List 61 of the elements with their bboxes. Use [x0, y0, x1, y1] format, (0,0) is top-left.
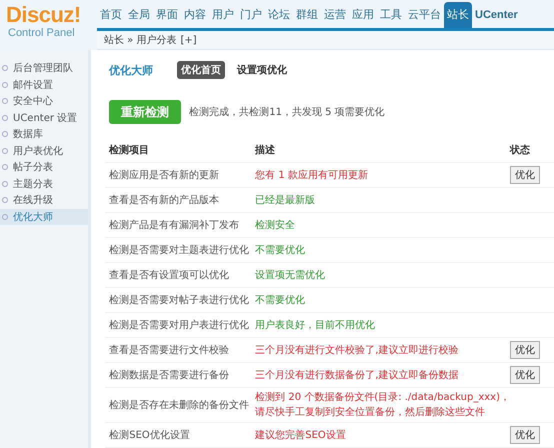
sidebar-item[interactable]: 在线升级	[0, 192, 88, 208]
status-description: 用户表良好，目前不用优化	[255, 318, 376, 332]
table-cell-text: 检测是否存在未删除的备份文件	[109, 398, 250, 412]
nav-tab[interactable]: 工具	[377, 2, 405, 28]
nav-tab[interactable]: 界面	[153, 2, 181, 28]
status-description: 您有 1 款应用有可用更新	[255, 168, 369, 182]
nav-tab[interactable]: 运营	[321, 2, 349, 28]
status-description: 已经是最新版	[255, 194, 316, 208]
sidebar-item[interactable]: 后台管理团队	[0, 60, 88, 76]
nav-tab[interactable]: 用户	[209, 2, 237, 28]
nav-tab[interactable]: 论坛	[265, 2, 293, 28]
table-cell-text: 查看是否需要进行文件校验	[109, 344, 230, 357]
logo-subtitle: Control Panel	[8, 27, 76, 39]
sub-tab[interactable]: 优化首页	[177, 61, 226, 79]
table-cell-text: 检测是否需要对用户表进行优化	[109, 318, 250, 332]
nav-tab[interactable]: 门户	[237, 2, 265, 28]
logo-wordmark: Discuz!	[6, 3, 82, 27]
sidebar-item[interactable]: 用户表优化	[0, 142, 88, 159]
nav-tab[interactable]: 首页	[97, 2, 125, 28]
breadcrumb: 站长 » 用户分表	[104, 34, 176, 47]
sub-tab[interactable]: 设置项优化	[233, 61, 292, 79]
sidebar-item[interactable]: 数据库	[0, 126, 88, 142]
status-description: 三个月没有进行文件校验了,建议立即进行校验	[255, 344, 460, 358]
status-description: 三个月没有进行数据备份了,建议立即备份数据	[255, 368, 460, 382]
nav-tab[interactable]: 全局	[125, 2, 153, 28]
table-cell-text: 检测数据是否需要进行备份	[109, 368, 230, 382]
table-cell-text: 检测产品是有有漏洞补丁发布	[109, 218, 240, 232]
table-cell-text: 检测SEO优化设置	[109, 428, 191, 442]
status-description: 检测到 20 个数据备份文件(目录: ./data/backup_xxx)， 请尽快手工复制到安全位置备份，然后删除这些文件	[255, 390, 510, 420]
optimize-button[interactable]: 优化	[510, 166, 540, 184]
status-description: 建议您完善SEO设置	[255, 428, 347, 442]
table-cell-text: 查看是否有新的产品版本	[109, 194, 220, 207]
table-cell-text: 检测应用是否有新的更新	[109, 168, 220, 182]
sidebar-item[interactable]: 安全中心	[0, 93, 88, 110]
summary-text: 检测完成，共检测11，共发现 5 项需要优化	[189, 106, 385, 119]
status-description: 检测安全	[255, 218, 296, 232]
sidebar-item[interactable]: 邮件设置	[0, 76, 88, 93]
optimize-button[interactable]: 优化	[510, 366, 540, 384]
column-header: 描述	[255, 144, 276, 157]
nav-tab[interactable]: 云平台	[405, 2, 444, 28]
table-cell-text: 查看是否有设置项可以优化	[109, 268, 230, 282]
table-cell-text: 检测是否需要对帖子表进行优化	[109, 294, 250, 307]
status-description: 不需要优化	[255, 294, 306, 308]
optimize-button[interactable]: 优化	[510, 341, 540, 359]
sidebar-item[interactable]: UCenter 设置	[0, 110, 88, 126]
add-link[interactable]: [+]	[180, 34, 197, 46]
nav-tab[interactable]: 群组	[293, 2, 321, 28]
nav-tab[interactable]: 内容	[181, 2, 209, 28]
status-description: 不需要优化	[255, 244, 306, 258]
nav-tab[interactable]: 站长	[444, 2, 472, 28]
status-description: 设置项无需优化	[255, 268, 326, 282]
column-header: 状态	[510, 144, 531, 157]
column-header: 检测项目	[109, 144, 150, 157]
nav-tab[interactable]: 应用	[349, 2, 377, 28]
optimize-button[interactable]: 优化	[510, 426, 540, 444]
table-cell-text: 检测是否需要对主题表进行优化	[109, 244, 250, 257]
sidebar-item[interactable]: 主题分表	[0, 176, 88, 192]
page-title: 优化大师	[109, 62, 154, 78]
sidebar-item[interactable]: 优化大师	[0, 208, 88, 225]
sidebar-item[interactable]: 帖子分表	[0, 159, 88, 176]
nav-tab[interactable]: UCenter	[472, 2, 521, 28]
